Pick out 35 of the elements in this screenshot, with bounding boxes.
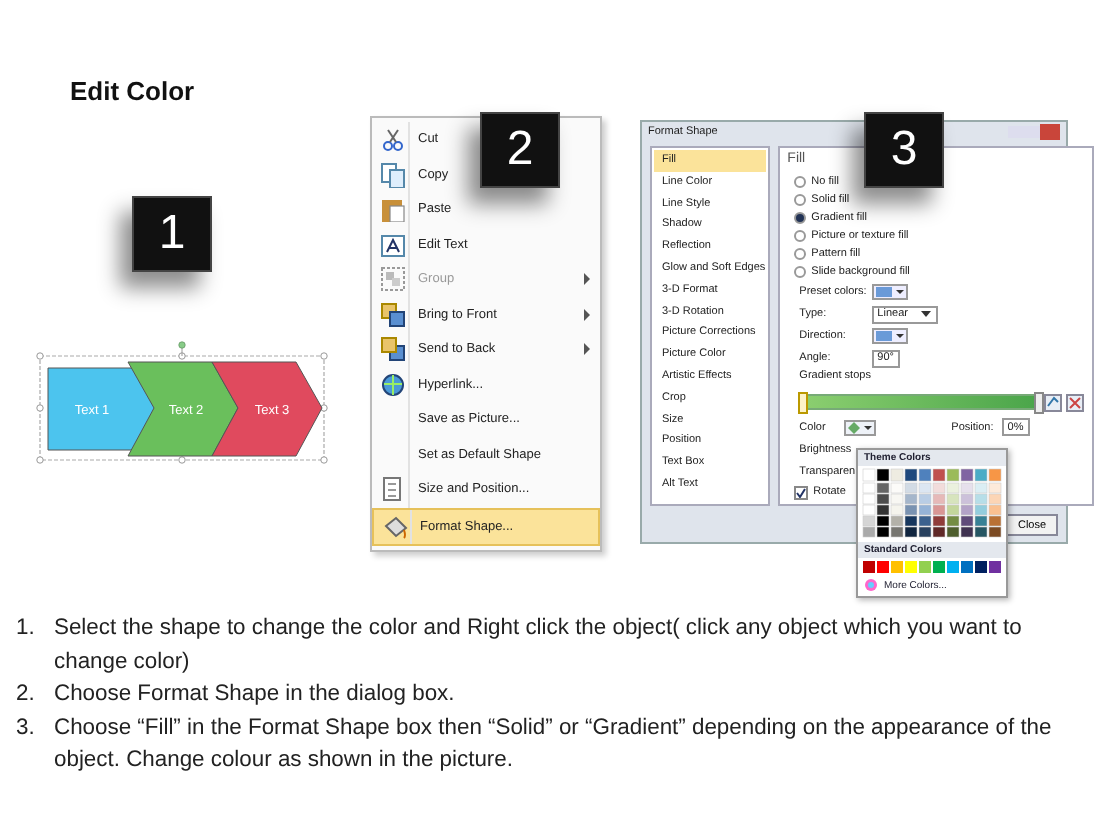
list-number: 1.	[16, 614, 37, 644]
layers-icon	[379, 336, 405, 363]
text-box-icon	[379, 231, 405, 258]
preset-dropdown-icon[interactable]	[871, 328, 908, 344]
step-number: 2	[480, 112, 560, 188]
window-controls-icon[interactable]	[1008, 124, 1060, 140]
checkmark-icon	[795, 487, 806, 497]
instruction-text: Choose “Fill” in the Format Shape box then “Solid” or “Gradient” depending on the appearance of the object. Change colour as shown in the picture.	[54, 713, 1054, 776]
list-number: 2.	[16, 680, 37, 710]
gradient-stops-slider[interactable]	[799, 394, 1040, 410]
layers-icon	[379, 301, 405, 328]
chevron-shape[interactable]	[211, 361, 323, 457]
scissors-icon	[379, 126, 405, 153]
globe-icon	[379, 371, 405, 398]
theme-color-swatches-drawing[interactable]	[862, 468, 1004, 540]
add-stop-icon[interactable]	[1043, 393, 1062, 411]
standard-color-swatches-drawing[interactable]	[862, 560, 1004, 574]
clipboard-icon	[379, 196, 405, 223]
selection-handles-drawing[interactable]	[36, 341, 328, 464]
remove-stop-icon[interactable]	[1065, 393, 1084, 411]
step-number: 3	[864, 112, 944, 188]
instruction-text: Select the shape to change the color and Right click the object( click any object which you want to change color)	[54, 614, 1024, 677]
gradient-stop-handle[interactable]	[1033, 392, 1044, 414]
step-number: 1	[132, 196, 212, 272]
color-wheel-icon	[864, 578, 878, 592]
preset-dropdown-icon[interactable]	[871, 284, 908, 300]
slide-title: Edit Color	[70, 76, 195, 106]
grouped-squares-icon	[379, 266, 405, 293]
color-picker-icon[interactable]	[843, 419, 876, 435]
pages-icon	[379, 161, 405, 188]
list-number: 3.	[16, 713, 37, 743]
instruction-text: Choose Format Shape in the dialog box.	[54, 680, 457, 710]
chevron-shape[interactable]	[127, 361, 239, 457]
gradient-stop-handle[interactable]	[797, 392, 808, 414]
dropdown-arrow-icon	[919, 308, 932, 320]
